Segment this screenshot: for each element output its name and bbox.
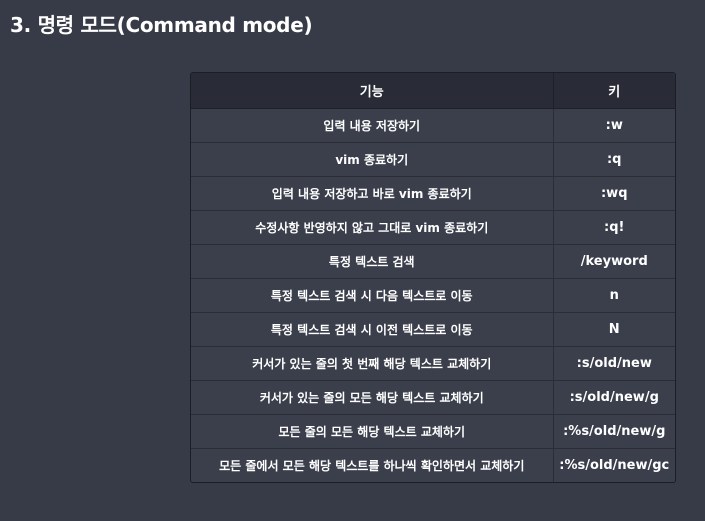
function-cell: 입력 내용 저장하기 <box>323 119 421 133</box>
key-cell: N <box>552 312 675 347</box>
command-table-grid: 기능 키 입력 내용 저장하기 :w vim 종료하기 :q 입력 내용 저장하… <box>191 73 675 482</box>
table-row: 커서가 있는 줄의 모든 해당 텍스트 교체하기 :s/old/new/g <box>191 380 675 415</box>
key-cell: :wq <box>552 176 675 211</box>
table-row: 특정 텍스트 검색 /keyword <box>191 244 675 279</box>
function-cell: 모든 줄의 모든 해당 텍스트 교체하기 <box>191 414 553 449</box>
key-cell: :s/old/new <box>552 346 675 381</box>
key-cell: :%s/old/new/g <box>552 414 675 449</box>
function-cell: 커서가 있는 줄의 모든 해당 텍스트 교체하기 <box>191 380 553 415</box>
key-cell: /keyword <box>552 244 675 279</box>
function-cell: 특정 텍스트 검색 시 이전 텍스트로 이동 <box>191 312 553 347</box>
function-cell: 커서가 있는 줄의 첫 번째 해당 텍스트 교체하기 <box>191 346 553 381</box>
function-cell: 특정 텍스트 검색 <box>191 244 553 279</box>
table-row: 입력 내용 저장하기 :w <box>191 108 675 143</box>
key-cell: :w <box>552 108 675 143</box>
table-row: 입력 내용 저장하고 바로 vim 종료하기 :wq <box>191 176 675 211</box>
key-cell: :%s/old/new/gc <box>552 448 675 482</box>
table-header-row: 기능 키 <box>191 73 675 109</box>
column-header-key: 키 <box>552 73 675 109</box>
table-row: 모든 줄에서 모든 해당 텍스트를 하나씩 확인하면서 교체하기 :%s/old… <box>191 448 675 482</box>
key-cell: n <box>552 278 675 313</box>
key-cell: :q! <box>552 210 675 245</box>
section-heading: 3. 명령 모드(Command mode) <box>10 13 313 37</box>
key-cell: :s/old/new/g <box>552 380 675 415</box>
function-cell: 특정 텍스트 검색 시 다음 텍스트로 이동 <box>191 278 553 313</box>
function-cell: 수정사항 반영하지 않고 그대로 vim 종료하기 <box>191 210 553 245</box>
key-cell: :q <box>552 142 675 177</box>
table-row: 특정 텍스트 검색 시 다음 텍스트로 이동 n <box>191 278 675 313</box>
table-row: 특정 텍스트 검색 시 이전 텍스트로 이동 N <box>191 312 675 347</box>
table-row: 커서가 있는 줄의 첫 번째 해당 텍스트 교체하기 :s/old/new <box>191 346 675 381</box>
column-header-function: 기능 <box>191 73 553 109</box>
table-row: 수정사항 반영하지 않고 그대로 vim 종료하기 :q! <box>191 210 675 245</box>
function-cell: vim 종료하기 <box>191 142 553 177</box>
command-table: 기능 키 입력 내용 저장하기 :w vim 종료하기 :q 입력 내용 저장하… <box>190 72 676 483</box>
function-cell: 모든 줄에서 모든 해당 텍스트를 하나씩 확인하면서 교체하기 <box>191 448 553 482</box>
function-cell: 입력 내용 저장하고 바로 vim 종료하기 <box>191 176 553 211</box>
table-row: vim 종료하기 :q <box>191 142 675 177</box>
table-row: 모든 줄의 모든 해당 텍스트 교체하기 :%s/old/new/g <box>191 414 675 449</box>
